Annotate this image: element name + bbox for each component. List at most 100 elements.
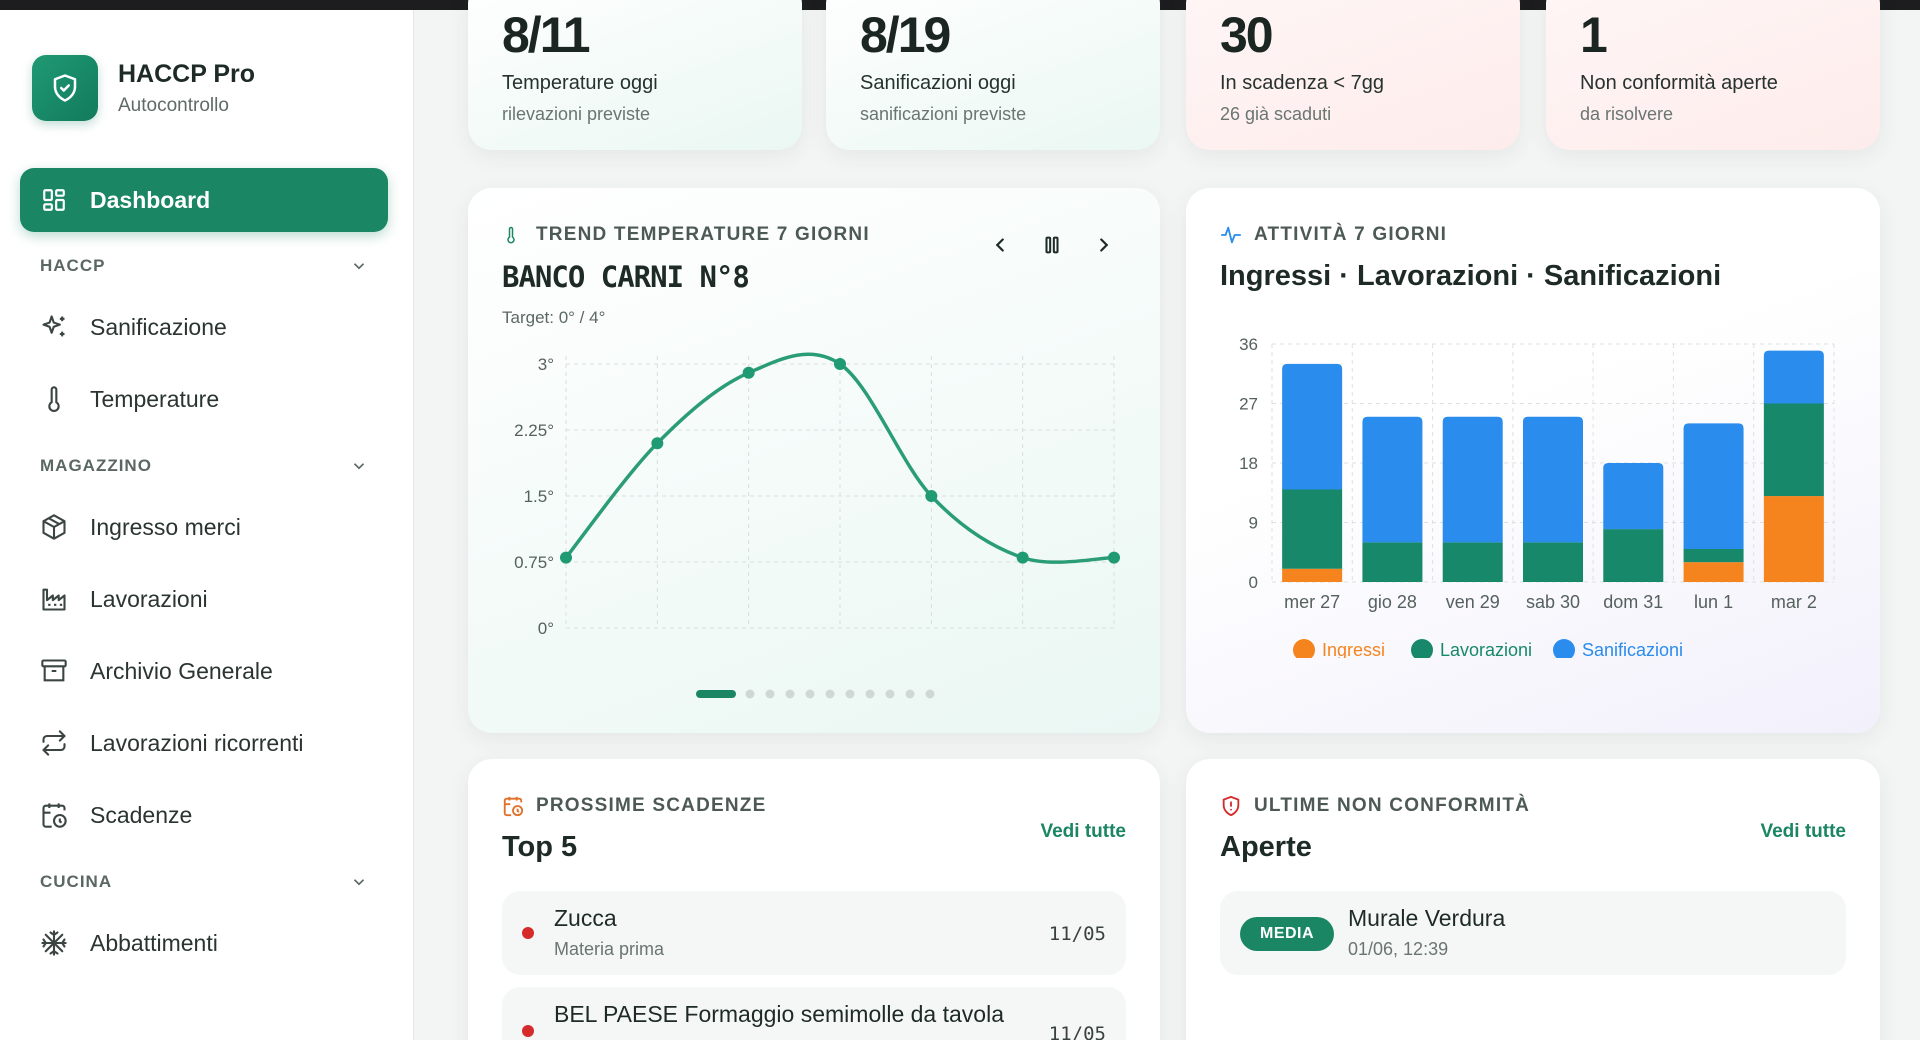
y-tick-label: 0 <box>1249 573 1258 592</box>
stat-card-non-conformita[interactable]: 1 Non conformità aperte da risolvere <box>1546 0 1880 150</box>
section-title: MAGAZZINO <box>40 456 152 475</box>
data-point <box>560 551 572 564</box>
carousel-dot <box>865 689 875 699</box>
previous-button[interactable] <box>980 225 1020 265</box>
bar-segment <box>1442 416 1503 543</box>
y-tick-label: 0.75° <box>514 553 554 572</box>
item-time: 01/06, 12:39 <box>1348 939 1449 959</box>
list-item[interactable]: MEDIA Murale Verdura 01/06, 12:39 <box>1220 891 1846 975</box>
list-item[interactable]: BEL PAESE Formaggio semimolle da tavola … <box>502 987 1126 1040</box>
legend-label: Lavorazioni <box>1440 640 1532 658</box>
stat-card-temperature[interactable]: 8/11 Temperature oggi rilevazioni previs… <box>468 0 802 150</box>
stat-value: 8/19 <box>860 7 951 63</box>
y-tick-label: 3° <box>538 355 554 374</box>
legend-swatch <box>1411 639 1433 658</box>
data-point <box>834 358 846 370</box>
pause-icon <box>1045 236 1059 254</box>
calendar-clock-icon <box>40 801 68 829</box>
x-tick-label: mer 27 <box>538 638 594 640</box>
sidebar-item-abbattimenti[interactable]: Abbattimenti <box>20 910 388 976</box>
x-tick-label: lun 1 <box>1694 592 1733 612</box>
see-all-deadlines-link[interactable]: Vedi tutte <box>1040 821 1126 843</box>
bar-segment <box>1282 363 1343 490</box>
bar-segment <box>1362 416 1423 543</box>
stat-label: Temperature oggi <box>502 72 658 94</box>
bar-segment <box>1763 350 1824 404</box>
data-point <box>925 490 938 502</box>
x-tick-label: dom 31 <box>1603 592 1663 612</box>
bar-segment <box>1282 489 1343 569</box>
stat-card-scadenze[interactable]: 30 In scadenza < 7gg 26 già scaduti <box>1186 0 1520 150</box>
chevron-down-icon <box>353 463 365 470</box>
deadlines-card: PROSSIME SCADENZE Top 5 Vedi tutte Zucca… <box>468 759 1160 1040</box>
brand: HACCP Pro Autocontrollo <box>32 55 255 121</box>
see-all-non-conformity-link[interactable]: Vedi tutte <box>1760 821 1846 843</box>
sidebar-item-archivio-generale[interactable]: Archivio Generale <box>20 638 388 704</box>
list-item[interactable]: Zucca Materia prima 11/05 <box>502 891 1126 975</box>
sidebar-section-haccp[interactable]: HACCP <box>20 238 388 294</box>
bar-segment <box>1603 529 1664 582</box>
item-name: BEL PAESE Formaggio semimolle da tavola <box>554 1001 1004 1027</box>
app-subtitle: Autocontrollo <box>118 94 229 116</box>
thermometer-icon <box>502 224 524 246</box>
data-point <box>1016 551 1029 564</box>
sidebar-item-label: Dashboard <box>90 186 211 213</box>
card-heading: PROSSIME SCADENZE <box>536 795 767 816</box>
data-point <box>1108 551 1120 564</box>
activity-pulse-icon <box>1220 224 1242 246</box>
item-category: Materia prima <box>554 939 665 959</box>
activity-card: ATTIVITÀ 7 GIORNI Ingressi · Lavorazioni… <box>1186 188 1880 733</box>
sidebar-section-cucina[interactable]: CUCINA <box>20 854 388 910</box>
bar-segment <box>1763 496 1824 582</box>
app-name: HACCP Pro <box>118 59 256 88</box>
sidebar-item-label: Ingresso merci <box>90 513 241 540</box>
x-tick-label: lun 1 <box>1003 638 1042 640</box>
carousel-dot <box>885 689 895 699</box>
sidebar-item-label: Lavorazioni <box>90 585 208 612</box>
y-tick-label: 1.5° <box>524 487 554 506</box>
sidebar-item-scadenze[interactable]: Scadenze <box>20 782 388 848</box>
stat-card-sanificazioni[interactable]: 8/19 Sanificazioni oggi sanificazioni pr… <box>826 0 1160 150</box>
bar-segment <box>1523 542 1583 582</box>
carousel-dot <box>765 689 775 699</box>
card-heading: ULTIME NON CONFORMITÀ <box>1254 795 1531 816</box>
data-point <box>651 437 664 450</box>
bar-segment <box>1603 463 1664 530</box>
temperature-line-chart: mer 27 gio 28 ven 29 sab 30 dom 31 lun 1 mar 2… <box>514 352 1137 640</box>
next-button[interactable] <box>1084 225 1124 265</box>
sidebar-item-dashboard[interactable]: Dashboard <box>20 168 388 232</box>
sidebar-item-label: Abbattimenti <box>90 929 218 956</box>
sidebar-item-lavorazioni-ricorrenti[interactable]: Lavorazioni ricorrenti <box>20 710 388 776</box>
legend-swatch <box>1293 639 1315 658</box>
item-date: 11/05 <box>1048 923 1106 945</box>
stat-value: 30 <box>1220 7 1274 63</box>
sidebar-item-sanificazione[interactable]: Sanificazione <box>20 294 388 360</box>
bar-segment <box>1282 568 1343 582</box>
y-tick-label: 2.25° <box>514 421 554 440</box>
sidebar-item-ingresso-merci[interactable]: Ingresso merci <box>20 494 388 560</box>
non-conformity-card: ULTIME NON CONFORMITÀ Aperte Vedi tutte … <box>1186 759 1880 1040</box>
sidebar-item-label: Temperature <box>90 385 220 412</box>
item-name: Murale Verdura <box>1348 905 1506 931</box>
shield-alert-icon <box>1220 795 1242 817</box>
stat-value: 8/11 <box>502 7 591 63</box>
chevron-down-icon <box>353 263 365 270</box>
temperature-target: Target: 0° / 4° <box>502 308 606 327</box>
carousel-dot <box>905 689 915 699</box>
x-tick-label: dom 31 <box>901 638 961 640</box>
sidebar-section-magazzino[interactable]: MAGAZZINO <box>20 438 388 494</box>
pause-button[interactable] <box>1032 225 1072 265</box>
section-title: CUCINA <box>40 872 113 891</box>
sidebar-item-lavorazioni[interactable]: Lavorazioni <box>20 566 388 632</box>
bar-segment <box>1442 542 1503 582</box>
card-title: Ingressi · Lavorazioni · Sanificazioni <box>1220 260 1722 292</box>
sidebar-item-temperature[interactable]: Temperature <box>20 366 388 432</box>
sidebar-item-label: Sanificazione <box>90 313 227 340</box>
status-dot <box>522 1025 534 1037</box>
severity-badge: MEDIA <box>1240 917 1335 951</box>
y-tick-label: 27 <box>1239 395 1258 414</box>
legend-label: Ingressi <box>1322 640 1385 658</box>
x-tick-label: mar 2 <box>1771 592 1817 612</box>
x-tick-label: gio 28 <box>1368 592 1417 612</box>
card-title: Top 5 <box>502 831 578 863</box>
